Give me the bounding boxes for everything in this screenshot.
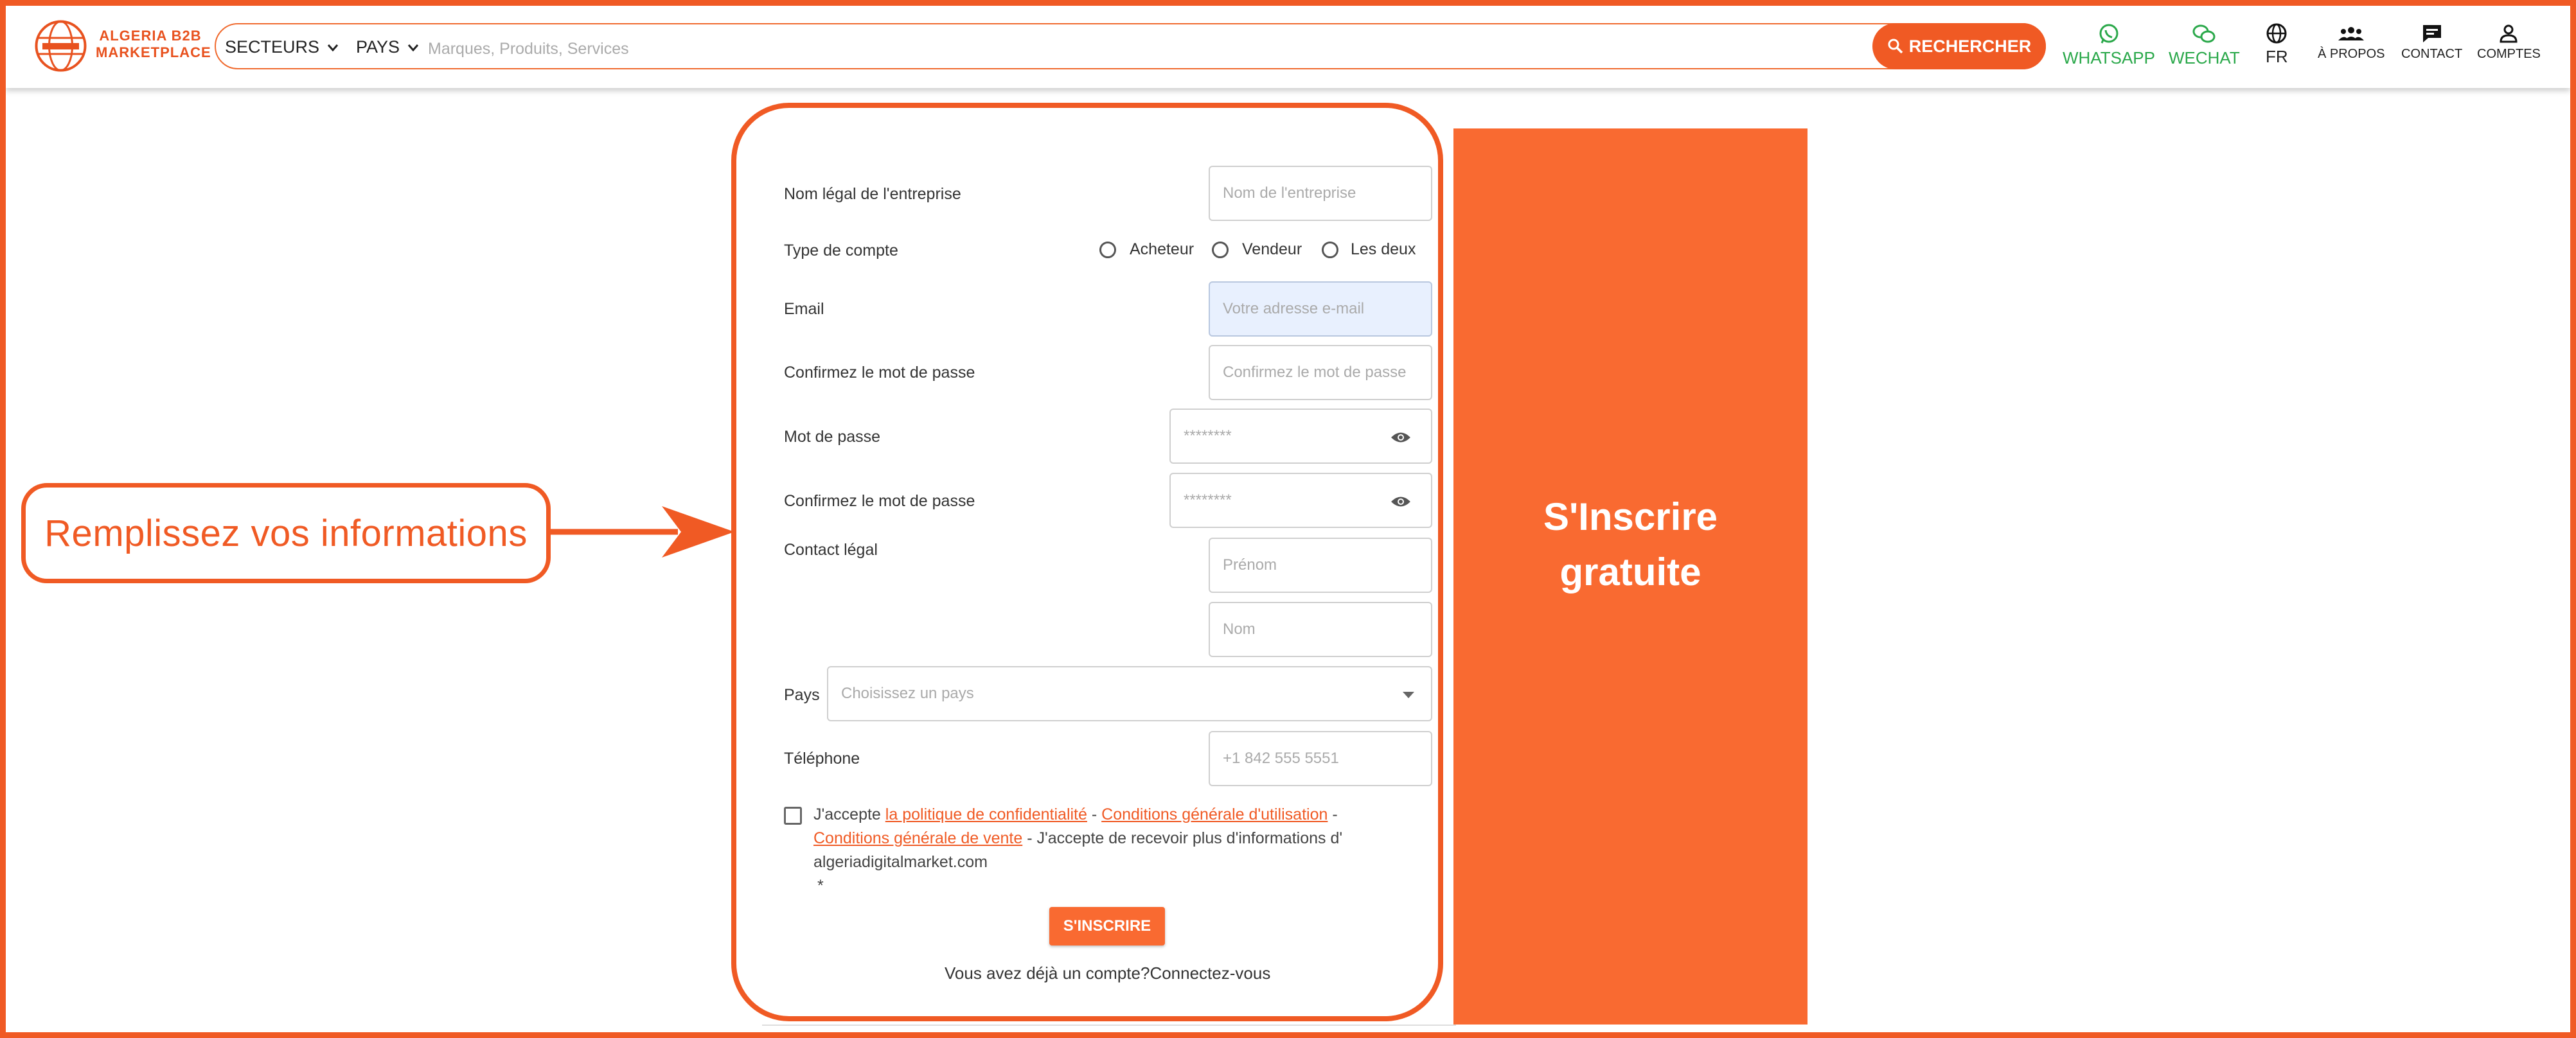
email-input[interactable]: Votre adresse e-mail [1209, 281, 1432, 337]
wechat-label: WECHAT [2169, 48, 2240, 67]
terms-of-use-link[interactable]: Conditions générale d'utilisation [1101, 805, 1328, 823]
country-select[interactable]: Choisissez un pays [827, 666, 1432, 721]
whatsapp-label: WHATSAPP [2063, 48, 2155, 67]
chevron-down-icon [407, 44, 419, 51]
privacy-policy-link[interactable]: la politique de confidentialité [885, 805, 1087, 823]
country-label: Pays [784, 686, 820, 704]
confirm-password-label-1: Confirmez le mot de passe [784, 364, 975, 382]
contact-label: Contact légal [784, 541, 878, 559]
accounts-link[interactable]: COMPTES [2477, 22, 2541, 62]
search-bar: SECTEURS PAYS Marques, Produits, Service… [215, 23, 2046, 69]
company-label: Nom légal de l'entreprise [784, 185, 961, 203]
wechat-icon [2192, 24, 2216, 43]
sectors-label: SECTEURS [225, 37, 320, 57]
terms-text: J'accepte la politique de confidentialit… [813, 803, 1417, 898]
radio-seller[interactable] [1212, 242, 1229, 258]
search-input[interactable]: Marques, Produits, Services [428, 40, 629, 58]
search-button-label: RECHERCHER [1908, 36, 2032, 56]
radio-buyer-label: Acheteur [1130, 240, 1195, 258]
terms-separator: - [1332, 805, 1338, 823]
top-navbar: ALGERIA B2B MARKETPLACE SECTEURS PAYS Ma… [6, 6, 2570, 88]
confirm-password-value: ******** [1184, 491, 1232, 509]
countries-dropdown[interactable]: PAYS [356, 37, 420, 57]
login-link[interactable]: Vous avez déjà un compte?Connectez-vous [945, 963, 1270, 983]
radio-both-label: Les deux [1351, 240, 1416, 258]
chevron-down-icon [327, 44, 339, 51]
dropdown-caret-icon [1403, 692, 1414, 698]
chat-icon [2422, 25, 2441, 42]
arrow-right-icon [549, 506, 734, 558]
password-label: Mot de passe [784, 428, 881, 446]
email-label: Email [784, 300, 824, 318]
radio-seller-label: Vendeur [1242, 240, 1302, 258]
language-label: FR [2266, 47, 2288, 66]
radio-both[interactable] [1322, 242, 1338, 258]
account-type-label: Type de compte [784, 242, 898, 260]
instruction-callout: Remplissez vos informations [21, 483, 551, 583]
terms-separator: - [1027, 829, 1033, 847]
confirm-password-input-2[interactable]: ******** [1169, 473, 1432, 528]
terms-checkbox[interactable] [784, 807, 802, 825]
sectors-dropdown[interactable]: SECTEURS [225, 37, 340, 57]
required-mark: * [817, 877, 824, 895]
globe-icon [2266, 23, 2287, 44]
country-select-placeholder: Choisissez un pays [841, 685, 974, 702]
terms-separator: - [1091, 805, 1097, 823]
company-input[interactable]: Nom de l'entreprise [1209, 166, 1432, 221]
contact-link[interactable]: CONTACT [2401, 22, 2462, 62]
accounts-label: COMPTES [2477, 47, 2541, 61]
phone-input[interactable]: +1 842 555 5551 [1209, 731, 1432, 786]
countries-label: PAYS [356, 37, 400, 57]
promo-text: S'Inscrire gratuite [1543, 495, 1718, 594]
search-icon [1888, 39, 1903, 54]
password-value: ******** [1184, 427, 1232, 444]
eye-icon[interactable] [1390, 428, 1412, 447]
confirm-password-input-1[interactable]: Confirmez le mot de passe [1209, 345, 1432, 400]
confirm-password-label-2: Confirmez le mot de passe [784, 492, 975, 510]
wechat-link[interactable]: WECHAT [2169, 22, 2240, 68]
phone-label: Téléphone [784, 750, 860, 768]
last-name-input[interactable]: Nom [1209, 602, 1432, 657]
contact-label: CONTACT [2401, 47, 2463, 61]
signup-button[interactable]: S'INSCRIRE [1049, 907, 1165, 946]
eye-icon[interactable] [1390, 492, 1412, 511]
group-icon [2338, 27, 2365, 40]
person-icon [2500, 24, 2518, 43]
about-label: À PROPOS [2318, 47, 2385, 61]
whatsapp-icon [2099, 24, 2119, 44]
about-link[interactable]: À PROPOS [2318, 22, 2385, 62]
password-input[interactable]: ******** [1169, 409, 1432, 464]
language-selector[interactable]: FR [2266, 22, 2288, 67]
search-button[interactable]: RECHERCHER [1872, 23, 2046, 69]
first-name-input[interactable]: Prénom [1209, 538, 1432, 593]
promo-panel: S'Inscrire gratuite [1453, 128, 1808, 1025]
logo-text[interactable]: ALGERIA B2B MARKETPLACE [96, 28, 211, 61]
terms-prefix: J'accepte [813, 805, 881, 823]
radio-buyer[interactable] [1099, 242, 1116, 258]
logo-globe-icon[interactable] [33, 19, 88, 73]
whatsapp-link[interactable]: WHATSAPP [2063, 22, 2155, 68]
terms-of-sale-link[interactable]: Conditions générale de vente [813, 829, 1022, 847]
